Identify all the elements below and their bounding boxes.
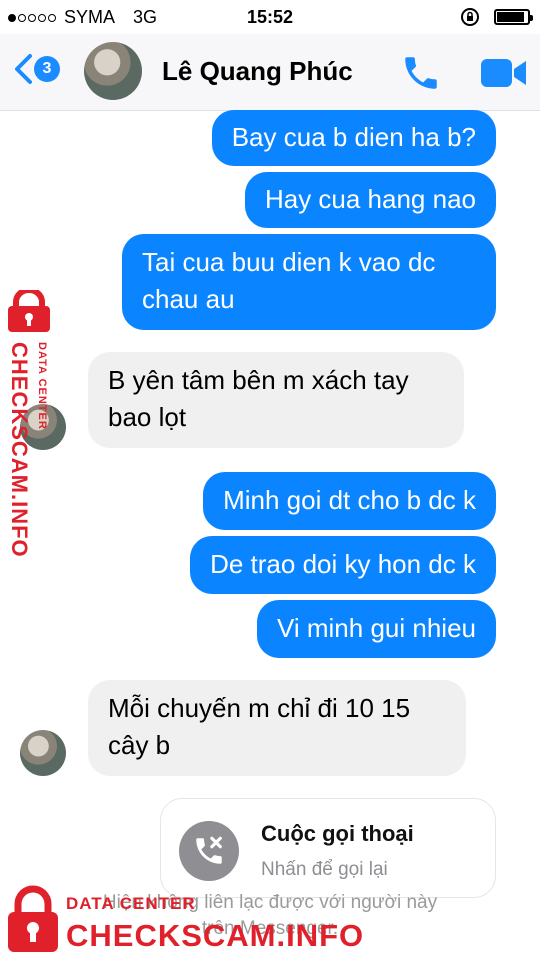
message-line: B yên tâm bên m xách tay — [108, 365, 409, 395]
watermark-bottom: DATA CENTER CHECKSCAM.INFO — [0, 878, 540, 960]
watermark-side-big: CHECKSCAM.INFO — [7, 342, 32, 558]
contact-avatar[interactable] — [84, 42, 142, 100]
lock-icon — [8, 290, 50, 332]
conversation-header: 3 Lê Quang Phúc — [0, 34, 540, 111]
message-outgoing[interactable]: Vi minh gui nhieu — [257, 600, 496, 658]
message-line: Mỗi chuyến m chỉ đi 10 15 — [108, 693, 411, 723]
watermark-side-small: DATA CENTER — [36, 342, 48, 430]
back-button[interactable]: 3 — [12, 52, 60, 86]
message-line: Tai cua buu dien k vao dc — [142, 247, 436, 277]
message-incoming[interactable]: B yên tâm bên m xách tay bao lọt — [88, 352, 464, 448]
message-line: cây b — [108, 730, 171, 760]
message-line: chau au — [142, 284, 235, 314]
unread-badge: 3 — [34, 56, 60, 82]
watermark-side: CHECKSCAM.INFO DATA CENTER — [2, 290, 58, 570]
message-line: bao lọt — [108, 402, 187, 432]
back-chevron-icon — [15, 54, 32, 84]
contact-avatar-small — [20, 730, 66, 776]
watermark-big-text: CHECKSCAM.INFO — [66, 918, 365, 953]
message-outgoing[interactable]: De trao doi ky hon dc k — [190, 536, 496, 594]
message-outgoing[interactable]: Minh goi dt cho b dc k — [203, 472, 496, 530]
clock: 15:52 — [246, 7, 294, 27]
watermark-small-text: DATA CENTER — [66, 894, 196, 913]
rotation-lock-icon — [461, 8, 479, 26]
missed-call-icon — [179, 821, 239, 881]
message-outgoing[interactable]: Hay cua hang nao — [244, 172, 496, 228]
lock-icon — [8, 885, 58, 952]
message-outgoing[interactable]: Tai cua buu dien k vao dc chau au — [122, 234, 496, 330]
call-card-title: Cuộc gọi thoại — [261, 821, 414, 846]
message-outgoing[interactable]: Bay cua b dien ha b? — [211, 110, 496, 166]
battery-icon — [494, 9, 533, 25]
phone-icon[interactable] — [400, 52, 442, 94]
contact-name[interactable]: Lê Quang Phúc — [162, 56, 353, 87]
status-bar: SYMA 3G 15:52 — [0, 0, 540, 34]
message-incoming[interactable]: Mỗi chuyến m chỉ đi 10 15 cây b — [88, 680, 466, 776]
video-camera-icon[interactable] — [480, 56, 528, 90]
